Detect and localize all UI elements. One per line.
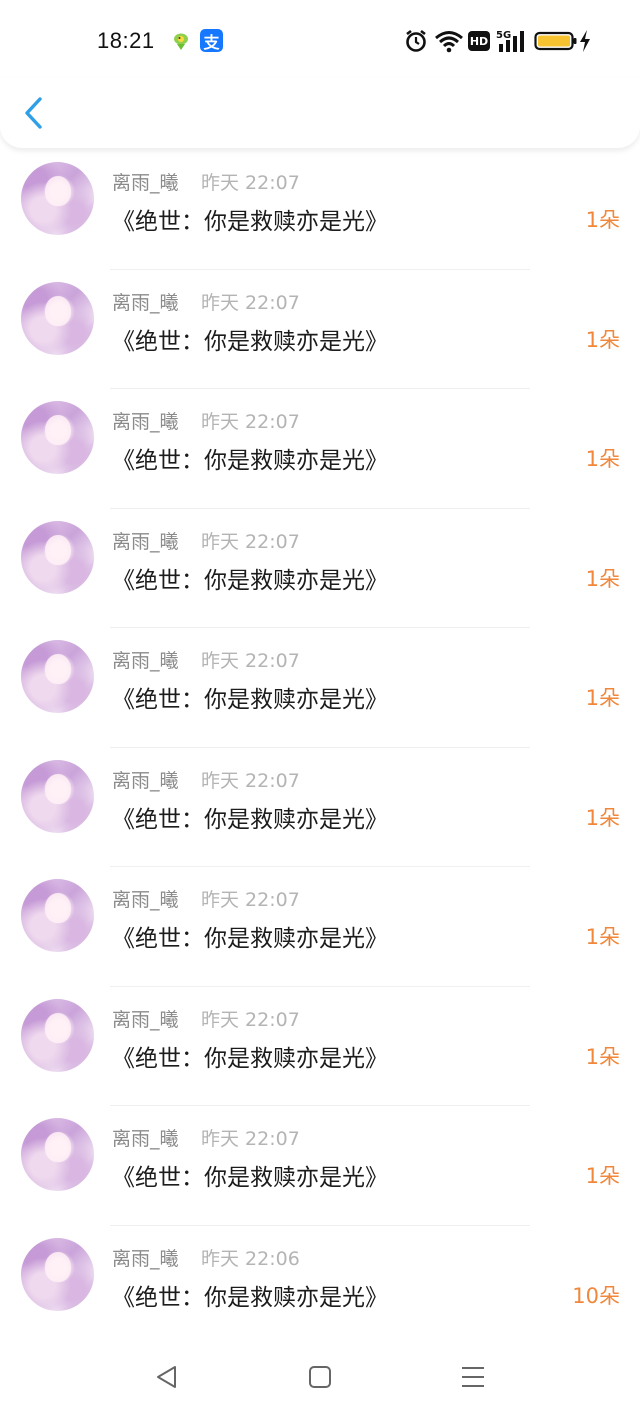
home-square-icon[interactable] bbox=[305, 1362, 335, 1392]
flower-count: 1朵 bbox=[585, 805, 620, 830]
list-item[interactable]: 离雨_曦 昨天 22:07 《绝世：你是救赎亦是光》 1朵 bbox=[0, 270, 640, 389]
book-title[interactable]: 《绝世：你是救赎亦是光》 bbox=[112, 1039, 388, 1073]
book-title[interactable]: 《绝世：你是救赎亦是光》 bbox=[112, 322, 388, 356]
timestamp: 昨天 22:07 bbox=[201, 291, 300, 314]
book-title[interactable]: 《绝世：你是救赎亦是光》 bbox=[112, 1278, 388, 1312]
username[interactable]: 离雨_曦 bbox=[112, 168, 179, 195]
flower-record-list: 离雨_曦 昨天 22:07 《绝世：你是救赎亦是光》 1朵 离雨_曦 昨天 22… bbox=[0, 150, 640, 1345]
menu-lines-icon[interactable] bbox=[458, 1362, 488, 1392]
list-item[interactable]: 离雨_曦 昨天 22:06 《绝世：你是救赎亦是光》 10朵 bbox=[0, 1226, 640, 1345]
system-nav-bar bbox=[0, 1332, 640, 1422]
list-item[interactable]: 离雨_曦 昨天 22:07 《绝世：你是救赎亦是光》 1朵 bbox=[0, 150, 640, 270]
username[interactable]: 离雨_曦 bbox=[112, 1244, 179, 1271]
avatar[interactable] bbox=[21, 1237, 94, 1311]
timestamp: 昨天 22:07 bbox=[201, 650, 300, 672]
list-item[interactable]: 离雨_曦 昨天 22:07 《绝世：你是救赎亦是光》 1朵 bbox=[0, 509, 640, 628]
username[interactable]: 离雨_曦 bbox=[112, 766, 179, 793]
timestamp: 昨天 22:06 bbox=[201, 1247, 300, 1270]
flower-count: 1朵 bbox=[585, 327, 620, 352]
avatar[interactable] bbox=[21, 998, 94, 1072]
avatar[interactable] bbox=[21, 281, 94, 355]
timestamp: 昨天 22:07 bbox=[201, 172, 300, 194]
flower-count: 1朵 bbox=[585, 1164, 620, 1188]
book-title[interactable]: 《绝世：你是救赎亦是光》 bbox=[112, 1158, 388, 1192]
chevron-left-icon[interactable] bbox=[18, 94, 50, 132]
avatar[interactable] bbox=[21, 640, 94, 713]
battery-icon bbox=[534, 31, 577, 51]
flower-count: 1朵 bbox=[585, 447, 620, 471]
username[interactable]: 离雨_曦 bbox=[112, 885, 179, 912]
list-item[interactable]: 离雨_曦 昨天 22:07 《绝世：你是救赎亦是光》 1朵 bbox=[0, 867, 640, 987]
username[interactable]: 离雨_曦 bbox=[112, 407, 179, 434]
flower-count: 1朵 bbox=[585, 925, 620, 949]
username[interactable]: 离雨_曦 bbox=[112, 288, 179, 315]
timestamp: 昨天 22:07 bbox=[201, 889, 300, 911]
username[interactable]: 离雨_曦 bbox=[112, 1005, 179, 1032]
signal-icon: 5G bbox=[496, 30, 524, 52]
hd-icon: HD bbox=[468, 31, 490, 51]
bird-app-icon bbox=[174, 33, 188, 50]
avatar[interactable] bbox=[21, 1118, 94, 1191]
header-bar bbox=[0, 78, 640, 148]
book-title[interactable]: 《绝世：你是救赎亦是光》 bbox=[112, 800, 388, 834]
avatar[interactable] bbox=[21, 162, 94, 235]
timestamp: 昨天 22:07 bbox=[201, 769, 300, 792]
book-title[interactable]: 《绝世：你是救赎亦是光》 bbox=[112, 680, 388, 714]
network-type-label: 5G bbox=[496, 30, 511, 41]
avatar[interactable] bbox=[21, 401, 94, 474]
book-title[interactable]: 《绝世：你是救赎亦是光》 bbox=[112, 561, 388, 595]
avatar[interactable] bbox=[21, 759, 94, 833]
username[interactable]: 离雨_曦 bbox=[112, 527, 179, 554]
status-time: 18:21 bbox=[97, 28, 155, 53]
list-item[interactable]: 离雨_曦 昨天 22:07 《绝世：你是救赎亦是光》 1朵 bbox=[0, 987, 640, 1106]
flower-count: 1朵 bbox=[585, 686, 620, 710]
list-item[interactable]: 离雨_曦 昨天 22:07 《绝世：你是救赎亦是光》 1朵 bbox=[0, 389, 640, 509]
wifi-icon bbox=[435, 31, 463, 53]
list-item[interactable]: 离雨_曦 昨天 22:07 《绝世：你是救赎亦是光》 1朵 bbox=[0, 628, 640, 748]
book-title[interactable]: 《绝世：你是救赎亦是光》 bbox=[112, 919, 388, 953]
alarm-icon bbox=[406, 29, 426, 52]
username[interactable]: 离雨_曦 bbox=[112, 646, 179, 673]
status-bar: 18:21 支 HD 5G bbox=[0, 0, 640, 78]
flower-count: 1朵 bbox=[585, 1044, 620, 1069]
timestamp: 昨天 22:07 bbox=[201, 1008, 300, 1031]
flower-count: 1朵 bbox=[585, 208, 620, 232]
book-title[interactable]: 《绝世：你是救赎亦是光》 bbox=[112, 202, 388, 236]
back-triangle-icon[interactable] bbox=[152, 1362, 182, 1392]
avatar[interactable] bbox=[21, 520, 94, 594]
avatar[interactable] bbox=[21, 879, 94, 952]
charging-icon bbox=[580, 30, 590, 52]
alipay-icon: 支 bbox=[200, 29, 223, 52]
list-item[interactable]: 离雨_曦 昨天 22:07 《绝世：你是救赎亦是光》 1朵 bbox=[0, 1106, 640, 1226]
flower-count: 10朵 bbox=[572, 1283, 620, 1308]
timestamp: 昨天 22:07 bbox=[201, 1128, 300, 1150]
book-title[interactable]: 《绝世：你是救赎亦是光》 bbox=[112, 441, 388, 475]
timestamp: 昨天 22:07 bbox=[201, 411, 300, 433]
list-item[interactable]: 离雨_曦 昨天 22:07 《绝世：你是救赎亦是光》 1朵 bbox=[0, 748, 640, 867]
username[interactable]: 离雨_曦 bbox=[112, 1124, 179, 1151]
flower-count: 1朵 bbox=[585, 566, 620, 591]
timestamp: 昨天 22:07 bbox=[201, 530, 300, 553]
